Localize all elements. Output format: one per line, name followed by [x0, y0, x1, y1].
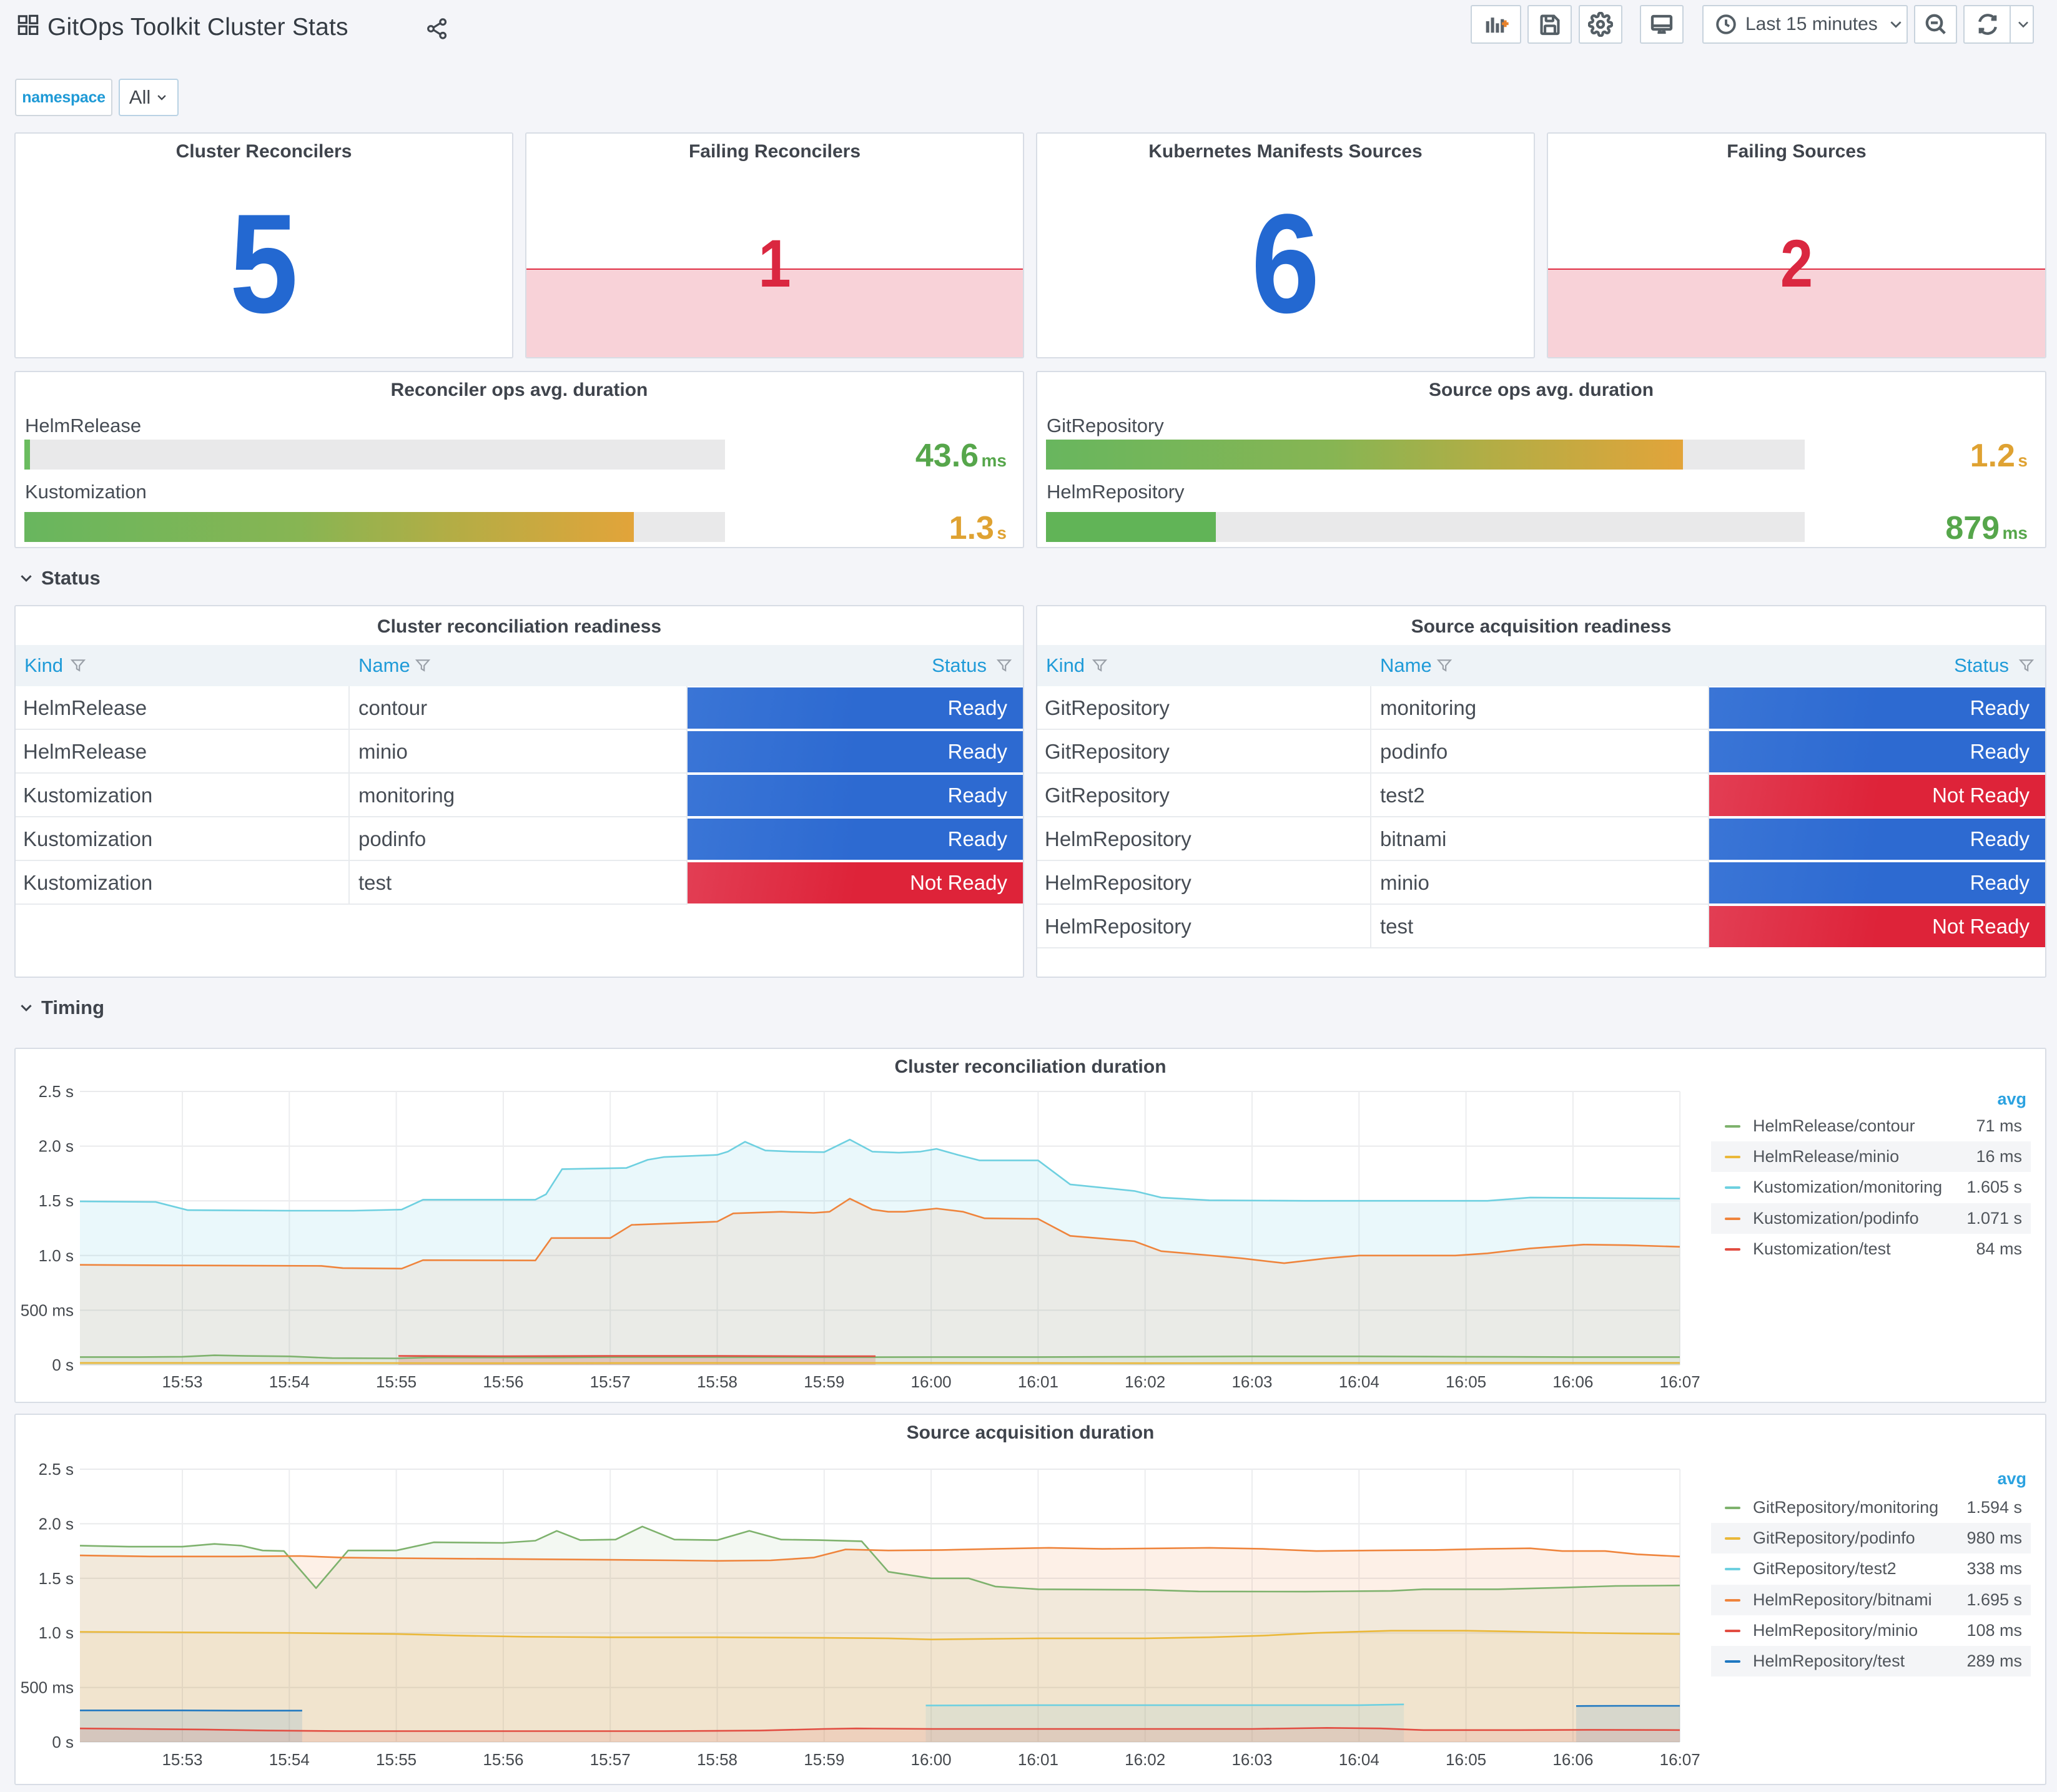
svg-text:0 s: 0 s: [52, 1733, 74, 1751]
svg-text:16:07: 16:07: [1660, 1372, 1700, 1391]
svg-text:16:02: 16:02: [1125, 1750, 1165, 1769]
svg-text:15:53: 15:53: [162, 1750, 202, 1769]
svg-text:0 s: 0 s: [52, 1356, 74, 1374]
svg-text:2.5 s: 2.5 s: [39, 1082, 74, 1101]
svg-text:16:00: 16:00: [911, 1372, 952, 1391]
svg-text:16:06: 16:06: [1552, 1372, 1593, 1391]
svg-text:15:56: 15:56: [483, 1750, 523, 1769]
svg-text:15:55: 15:55: [376, 1750, 417, 1769]
svg-text:16:05: 16:05: [1446, 1372, 1486, 1391]
svg-text:2.0 s: 2.0 s: [39, 1137, 74, 1156]
svg-text:500 ms: 500 ms: [21, 1678, 74, 1697]
svg-text:15:57: 15:57: [590, 1750, 631, 1769]
svg-text:2.0 s: 2.0 s: [39, 1514, 74, 1533]
svg-text:16:04: 16:04: [1339, 1372, 1379, 1391]
svg-text:16:07: 16:07: [1660, 1750, 1700, 1769]
svg-text:15:53: 15:53: [162, 1372, 202, 1391]
svg-text:1.5 s: 1.5 s: [39, 1191, 74, 1210]
svg-text:16:02: 16:02: [1125, 1372, 1165, 1391]
svg-text:15:59: 15:59: [804, 1750, 844, 1769]
svg-text:16:05: 16:05: [1446, 1750, 1486, 1769]
svg-text:16:00: 16:00: [911, 1750, 952, 1769]
svg-text:15:58: 15:58: [697, 1372, 737, 1391]
svg-text:16:01: 16:01: [1018, 1750, 1058, 1769]
svg-text:15:59: 15:59: [804, 1372, 844, 1391]
svg-text:16:03: 16:03: [1231, 1750, 1272, 1769]
svg-text:500 ms: 500 ms: [21, 1301, 74, 1319]
svg-text:16:04: 16:04: [1339, 1750, 1379, 1769]
svg-text:2.5 s: 2.5 s: [39, 1460, 74, 1479]
svg-text:15:54: 15:54: [269, 1372, 310, 1391]
svg-text:16:03: 16:03: [1231, 1372, 1272, 1391]
svg-text:15:55: 15:55: [376, 1372, 417, 1391]
svg-text:1.0 s: 1.0 s: [39, 1623, 74, 1642]
svg-text:15:54: 15:54: [269, 1750, 310, 1769]
svg-text:16:01: 16:01: [1018, 1372, 1058, 1391]
svg-text:15:56: 15:56: [483, 1372, 523, 1391]
svg-text:16:06: 16:06: [1552, 1750, 1593, 1769]
svg-text:1.0 s: 1.0 s: [39, 1246, 74, 1265]
svg-text:1.5 s: 1.5 s: [39, 1569, 74, 1588]
svg-text:15:58: 15:58: [697, 1750, 737, 1769]
svg-text:15:57: 15:57: [590, 1372, 631, 1391]
